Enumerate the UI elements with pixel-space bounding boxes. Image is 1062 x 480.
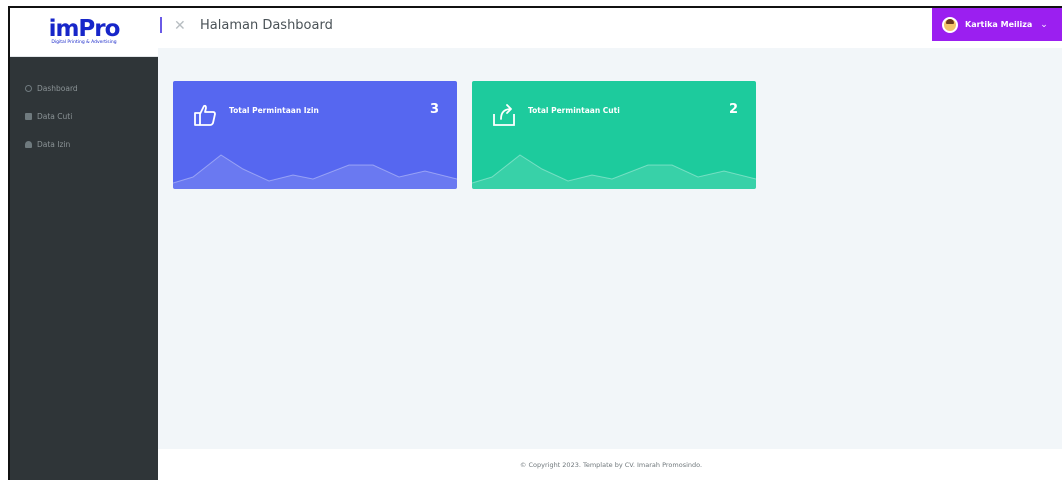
card-label: Total Permintaan Cuti	[528, 106, 620, 115]
sidebar-item-dashboard[interactable]: Dashboard	[10, 74, 158, 102]
document-icon	[25, 140, 32, 148]
sidebar-item-data-izin[interactable]: Data Izin	[10, 130, 158, 158]
close-icon[interactable]: ✕	[174, 18, 186, 34]
card-count: 2	[728, 102, 738, 117]
copyright-text: © Copyright 2023. Template by CV. Imarah…	[519, 460, 703, 469]
card-sparkline	[472, 154, 756, 189]
card-label: Total Permintaan Izin	[229, 106, 319, 115]
card-count: 3	[429, 102, 439, 117]
user-menu-button[interactable]: Kartika Meiliza ⌄	[932, 8, 1062, 41]
card-sparkline	[173, 154, 457, 189]
sidebar-item-label: Data Izin	[37, 139, 71, 149]
top-header: ✕ Halaman Dashboard Kartika Meiliza ⌄	[158, 8, 1062, 48]
app-window: imPro Digital Printing & Advertising Das…	[8, 6, 1062, 480]
page-title: Halaman Dashboard	[200, 18, 333, 33]
logo-text: imPro	[48, 16, 121, 42]
footer: © Copyright 2023. Template by CV. Imarah…	[158, 449, 1062, 480]
sidebar: imPro Digital Printing & Advertising Das…	[10, 8, 158, 480]
user-name: Kartika Meiliza	[965, 20, 1033, 29]
sidebar-item-label: Data Cuti	[37, 111, 73, 121]
calendar-icon	[25, 112, 32, 120]
sidebar-item-data-cuti[interactable]: Data Cuti	[10, 102, 158, 130]
sidebar-item-label: Dashboard	[37, 83, 78, 93]
avatar	[942, 16, 958, 33]
logo[interactable]: imPro Digital Printing & Advertising	[10, 8, 158, 57]
share-icon	[493, 104, 515, 126]
dashboard-icon	[25, 84, 32, 92]
sidebar-nav: Dashboard Data Cuti Data Izin	[10, 74, 158, 158]
thumbs-up-icon	[194, 104, 216, 126]
chevron-down-icon: ⌄	[1040, 19, 1048, 30]
card-total-izin[interactable]: Total Permintaan Izin 3	[173, 81, 457, 189]
header-divider	[160, 17, 162, 33]
logo-tagline: Digital Printing & Advertising	[51, 40, 117, 45]
card-total-cuti[interactable]: Total Permintaan Cuti 2	[472, 81, 756, 189]
